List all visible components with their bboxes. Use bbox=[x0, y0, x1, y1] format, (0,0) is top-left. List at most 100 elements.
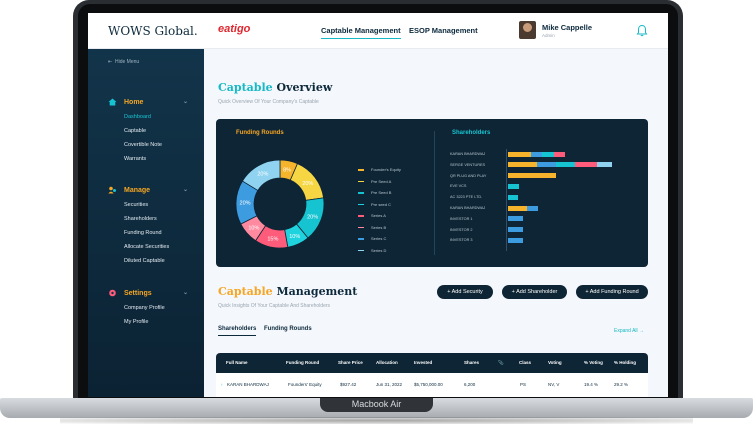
legend-swatch bbox=[358, 238, 364, 240]
shareholder-bar-segment[interactable] bbox=[536, 162, 556, 168]
legend-label: Series C bbox=[371, 236, 387, 241]
chevron-down-icon: ⌄ bbox=[183, 99, 189, 105]
cell-voting-percent: 19.4 % bbox=[584, 382, 599, 387]
column-header[interactable]: Class bbox=[519, 360, 531, 365]
sidebar-item-company-profile[interactable]: Company Profile bbox=[124, 305, 165, 311]
management-subtitle: Quick Insights Of Your Captable And Shar… bbox=[218, 303, 331, 309]
sidebar-item-shareholders[interactable]: Shareholders bbox=[124, 216, 157, 222]
shareholder-label: AC 3223 PTE LTD. bbox=[450, 195, 483, 200]
shareholder-bar-segment[interactable] bbox=[574, 162, 598, 168]
sidebar-section-settings[interactable]: Settings ⌄ bbox=[108, 289, 188, 297]
tab-funding-rounds[interactable]: Funding Rounds bbox=[264, 326, 312, 332]
add-funding-round-button[interactable]: + Add Funding Round bbox=[576, 285, 648, 299]
shareholder-bar-segment[interactable] bbox=[597, 162, 613, 168]
expand-all-link[interactable]: Expand All → bbox=[614, 328, 644, 334]
shareholders-table-header: Full Name Funding Round Share Price Allo… bbox=[216, 353, 648, 373]
shareholder-bar-segment[interactable] bbox=[508, 216, 524, 222]
shareholder-bar-segment[interactable] bbox=[542, 151, 554, 157]
partner-logo: eatigo bbox=[218, 23, 251, 35]
cell-allocation: Jun 31, 2022 bbox=[376, 382, 403, 387]
shareholder-bar-segment[interactable] bbox=[508, 194, 518, 200]
cell-voting: NV, V bbox=[548, 382, 560, 387]
sidebar-item-warrants[interactable]: Warrants bbox=[124, 156, 146, 162]
legend-swatch bbox=[358, 215, 364, 217]
sidebar-item-my-profile[interactable]: My Profile bbox=[124, 319, 148, 325]
sidebar-item-securities[interactable]: Securities bbox=[124, 202, 148, 208]
add-shareholder-button[interactable]: + Add Shareholder bbox=[502, 285, 567, 299]
top-bar: WOWS Global. eatigo Captable Management … bbox=[88, 13, 668, 49]
donut-slice-label: 20% bbox=[240, 201, 251, 207]
column-header[interactable]: Full Name bbox=[226, 360, 248, 365]
shareholder-label: KARAN BHARDWAJ bbox=[450, 152, 486, 156]
hide-menu-button[interactable]: ⇤ Hide Menu bbox=[108, 59, 139, 65]
shareholder-bar-segment[interactable] bbox=[508, 205, 527, 211]
shareholder-bar-segment[interactable] bbox=[508, 151, 531, 157]
sidebar-section-home[interactable]: Home ⌄ bbox=[108, 98, 188, 106]
sidebar-item-allocate-securities[interactable]: Allocate Securities bbox=[124, 244, 169, 250]
legend-item: Series B bbox=[358, 225, 428, 233]
nav-esop-management[interactable]: ESOP Management bbox=[409, 26, 478, 35]
shareholder-bar-segment[interactable] bbox=[508, 173, 556, 179]
column-header[interactable]: Voting bbox=[548, 360, 562, 365]
legend-swatch bbox=[358, 169, 364, 171]
shareholder-label: INVESTOR 2 bbox=[450, 227, 473, 232]
shareholder-label: KARAN BHARDWAJ bbox=[450, 206, 486, 210]
user-role: Admin bbox=[542, 33, 555, 38]
donut-slice-label: 20% bbox=[257, 171, 268, 177]
table-row[interactable]: › KARAN BHARDWAJ Founders' Equity $927.4… bbox=[216, 373, 648, 397]
main-content: Captable Overview Quick Overview Of Your… bbox=[204, 49, 668, 397]
sidebar-section-manage[interactable]: Manage ⌄ bbox=[108, 186, 188, 194]
management-title: Captable Management bbox=[218, 285, 358, 298]
add-security-button[interactable]: + Add Security bbox=[437, 285, 493, 299]
collapse-icon: ⇤ bbox=[108, 59, 113, 65]
sidebar-item-funding-round[interactable]: Funding Round bbox=[124, 230, 162, 236]
cell-invested: $5,750,000.00 bbox=[414, 382, 443, 387]
cell-full-name: KARAN BHARDWAJ bbox=[227, 382, 269, 387]
shareholders-axis bbox=[506, 149, 507, 251]
donut-slice-label: 10% bbox=[248, 225, 259, 231]
sidebar-item-dashboard[interactable]: Dashboard bbox=[124, 114, 151, 120]
sidebar-item-convertible-note[interactable]: Covertible Note bbox=[124, 142, 162, 148]
brand-logo: WOWS Global. bbox=[108, 24, 198, 38]
row-expand-icon[interactable]: › bbox=[221, 382, 223, 387]
column-header[interactable]: Allocation bbox=[376, 360, 398, 365]
shareholder-bar-segment[interactable] bbox=[527, 205, 539, 211]
overview-subtitle: Quick Overview Of Your Company's Captabl… bbox=[218, 99, 319, 105]
card-divider bbox=[434, 131, 435, 255]
sidebar-item-diluted-captable[interactable]: Diluted Captable bbox=[124, 258, 165, 264]
shareholder-bar-segment[interactable] bbox=[508, 162, 537, 168]
cell-funding-round: Founders' Equity bbox=[288, 382, 322, 387]
tab-shareholders[interactable]: Shareholders bbox=[218, 326, 257, 336]
donut-slice-label: 20% bbox=[302, 181, 313, 187]
column-header[interactable]: Funding Round bbox=[286, 360, 319, 365]
shareholders-title: Shareholders bbox=[452, 130, 491, 136]
bell-icon[interactable] bbox=[636, 24, 648, 37]
column-header[interactable]: Shares bbox=[464, 360, 479, 365]
shareholder-bar-segment[interactable] bbox=[508, 237, 524, 243]
column-header[interactable]: % Holding bbox=[614, 360, 636, 365]
shareholder-label: QR PLUG AND PLAY bbox=[450, 173, 487, 178]
avatar[interactable] bbox=[519, 21, 536, 39]
legend-item: Series C bbox=[358, 236, 428, 244]
device-label: Macbook Air bbox=[320, 398, 433, 412]
column-header[interactable]: % Voting bbox=[584, 360, 603, 365]
gear-icon bbox=[109, 289, 116, 297]
legend-label: Founder's Equity bbox=[371, 167, 401, 172]
shareholder-label: INVESTOR 3 bbox=[450, 238, 473, 243]
column-header[interactable]: Invested bbox=[414, 360, 432, 365]
shareholder-bar-segment[interactable] bbox=[508, 227, 524, 233]
chevron-down-icon: ⌄ bbox=[183, 187, 189, 193]
shareholder-bar-segment[interactable] bbox=[553, 151, 565, 157]
nav-captable-management[interactable]: Captable Management bbox=[321, 26, 401, 39]
legend-swatch bbox=[358, 249, 364, 252]
hide-menu-label: Hide Menu bbox=[114, 59, 140, 65]
shareholder-bar-segment[interactable] bbox=[555, 162, 575, 168]
legend-label: Pre Seed A bbox=[371, 178, 392, 184]
shareholder-bar-segment[interactable] bbox=[530, 151, 543, 157]
legend-swatch bbox=[358, 192, 364, 194]
legend-item: Pre Seed B bbox=[358, 190, 428, 198]
sidebar-item-captable[interactable]: Captable bbox=[124, 128, 146, 134]
column-header[interactable]: Share Price bbox=[338, 360, 363, 365]
shareholder-bar-segment[interactable] bbox=[508, 183, 520, 189]
overview-title: Captable Overview bbox=[218, 81, 333, 94]
